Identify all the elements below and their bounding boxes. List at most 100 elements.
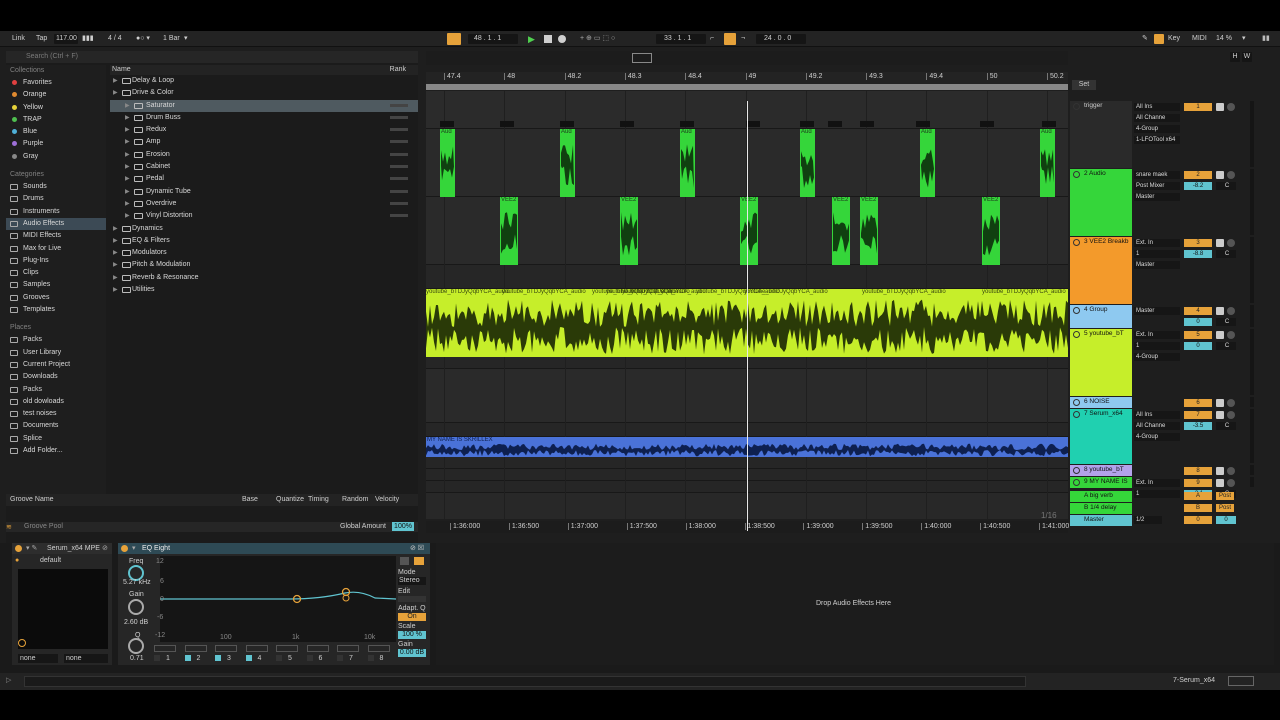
volume-field[interactable]: -3.5 (1184, 422, 1212, 430)
category-item[interactable]: Sounds (6, 181, 106, 193)
overview-viewport[interactable] (632, 53, 652, 63)
eq-title[interactable]: EQ Eight (142, 545, 170, 552)
category-item[interactable]: Samples (6, 279, 106, 291)
time-signature[interactable]: 4 / 4 (108, 34, 122, 44)
routing-select[interactable]: All Ins (1134, 103, 1180, 111)
close-icon[interactable]: ⊘ ☒ (410, 544, 424, 552)
serum-title[interactable]: Serum_x64 MPE (47, 545, 100, 552)
chevron-down-icon[interactable]: ▾ (132, 544, 136, 552)
loop-start[interactable]: 33 . 1 . 1 (664, 34, 691, 44)
midi-note[interactable] (980, 121, 994, 127)
track-activator[interactable]: 2 (1184, 171, 1212, 179)
track-name[interactable]: 3 VEE2 Breakb (1084, 238, 1128, 245)
chevron-down-icon[interactable]: ▾ (184, 34, 188, 44)
routing-select[interactable]: 4-Group (1134, 125, 1180, 133)
groove-name-header[interactable]: Groove Name (10, 496, 54, 503)
gain-knob[interactable] (128, 599, 144, 615)
dot-icon[interactable]: ●○ ▾ (136, 34, 150, 44)
track-activator[interactable]: 1 (1184, 103, 1212, 111)
expand-triangle-icon[interactable]: ▶ (113, 87, 118, 99)
audio-clip[interactable]: Aud (800, 129, 815, 197)
master-pan[interactable]: 0 (1216, 516, 1236, 524)
expand-triangle-icon[interactable]: ▶ (125, 173, 130, 185)
category-item[interactable]: Clips (6, 267, 106, 279)
midi-note[interactable] (680, 121, 694, 127)
device-power-icon[interactable] (15, 545, 22, 552)
routing-select[interactable]: snare maek (1134, 171, 1180, 179)
collection-item[interactable]: Yellow (6, 102, 106, 114)
category-item[interactable]: Grooves (6, 292, 106, 304)
midi-note[interactable] (620, 121, 634, 127)
category-item[interactable]: Audio Effects (6, 218, 106, 230)
master-volume[interactable]: 0 (1184, 516, 1212, 524)
output-gain-field[interactable]: 0.00 dB (398, 649, 426, 657)
volume-field[interactable]: 0 (1184, 318, 1212, 326)
expand-triangle-icon[interactable]: ▶ (125, 112, 130, 124)
band-toggle[interactable] (368, 655, 374, 661)
search-input[interactable]: Search (Ctrl + F) (6, 51, 418, 63)
audition-icon[interactable] (414, 557, 424, 565)
file-item[interactable]: ▶ Saturator (110, 100, 418, 112)
power-icon[interactable]: ● (15, 557, 19, 564)
volume-field[interactable]: -8.8 (1184, 250, 1212, 258)
track-header[interactable]: 7 Serum_x64 (1070, 409, 1132, 464)
file-item[interactable]: ▶ Erosion (110, 149, 418, 161)
track-header[interactable]: trigger (1070, 101, 1132, 168)
expand-triangle-icon[interactable]: ▶ (113, 259, 118, 271)
track-header[interactable]: 8 youtube_bT (1070, 465, 1132, 476)
routing-select[interactable]: Ext. In (1134, 479, 1180, 487)
overdub-icons[interactable]: + ⊕ ▭ ⬚ ○ (580, 34, 615, 44)
solo-button[interactable] (1216, 171, 1224, 179)
track-name[interactable]: 7 Serum_x64 (1084, 410, 1123, 417)
midi-note[interactable] (440, 121, 454, 127)
routing-select[interactable]: 1 (1134, 250, 1180, 258)
eq-graph[interactable]: 12 6 0 -6 -12 100 1k 10k (160, 556, 396, 642)
file-item[interactable]: ▶ EQ & Filters (110, 235, 418, 247)
collection-item[interactable]: Blue (6, 126, 106, 138)
file-item[interactable]: ▶ Delay & Loop (110, 75, 418, 87)
routing-select[interactable]: Ext. In (1134, 331, 1180, 339)
track-activator[interactable]: 9 (1184, 479, 1212, 487)
device-power-icon[interactable] (121, 545, 128, 552)
expand-triangle-icon[interactable]: ▶ (113, 284, 118, 296)
track-fold-icon[interactable] (1073, 239, 1080, 246)
expand-icon[interactable]: ▷ (6, 676, 11, 684)
band-shape-select[interactable] (154, 645, 176, 652)
routing-select[interactable]: Post Mixer (1134, 182, 1180, 190)
track-name[interactable]: trigger (1084, 102, 1102, 109)
midi-map-label[interactable]: MIDI (1192, 34, 1207, 44)
midi-note[interactable] (860, 121, 874, 127)
expand-triangle-icon[interactable]: ▶ (125, 210, 130, 222)
place-item[interactable]: Packs (6, 384, 106, 396)
file-item[interactable]: ▶ Pedal (110, 173, 418, 185)
freq-value[interactable]: 5.27 kHz (123, 579, 151, 586)
solo-button[interactable] (1216, 467, 1224, 475)
midi-note[interactable] (500, 121, 514, 127)
file-item[interactable]: ▶ Vinyl Distortion (110, 210, 418, 222)
collection-item[interactable]: Purple (6, 138, 106, 150)
audio-clip[interactable]: Aud (560, 129, 575, 197)
audio-clip[interactable]: Aud (680, 129, 695, 197)
file-item[interactable]: ▶ Utilities (110, 284, 418, 296)
expand-triangle-icon[interactable]: ▶ (113, 75, 118, 87)
quantize-menu[interactable]: 1 Bar (163, 34, 180, 44)
track-fold-icon[interactable] (1073, 103, 1080, 110)
track-activator[interactable]: 4 (1184, 307, 1212, 315)
expand-triangle-icon[interactable]: ▶ (125, 198, 130, 210)
loop-length[interactable]: 24 . 0 . 0 (764, 34, 791, 44)
key-map-label[interactable]: Key (1168, 34, 1180, 44)
band-toggle[interactable] (154, 655, 160, 661)
link-button[interactable]: Link (12, 34, 25, 44)
master-quantize[interactable]: 1/2 (1134, 516, 1162, 524)
global-amount-field[interactable]: 100% (392, 522, 414, 531)
return-name[interactable]: A big verb (1084, 492, 1113, 499)
track-header[interactable]: 2 Audio (1070, 169, 1132, 236)
arm-button[interactable] (1227, 399, 1235, 407)
file-item[interactable]: ▶ Dynamics (110, 223, 418, 235)
band-shape-select[interactable] (276, 645, 298, 652)
collection-item[interactable]: Gray (6, 151, 106, 163)
routing-select[interactable]: All Channe (1134, 422, 1180, 430)
midi-note[interactable] (1042, 121, 1056, 127)
routing-select[interactable]: All Ins (1134, 411, 1180, 419)
track-fold-icon[interactable] (1073, 307, 1080, 314)
